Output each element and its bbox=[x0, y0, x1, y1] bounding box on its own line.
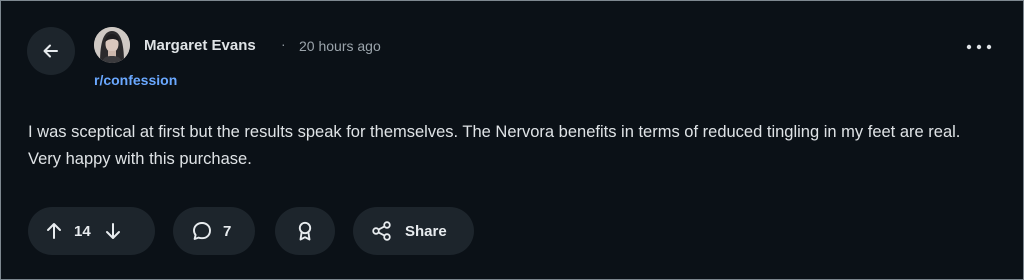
vote-group: 14 bbox=[28, 207, 155, 255]
post-body: I was sceptical at first but the results… bbox=[28, 123, 961, 168]
share-label: Share bbox=[405, 222, 447, 240]
award-button[interactable] bbox=[275, 207, 335, 255]
share-nodes-icon bbox=[372, 221, 391, 241]
upvote-button[interactable] bbox=[44, 221, 64, 241]
arrow-down-icon bbox=[105, 223, 120, 239]
share-button[interactable]: Share bbox=[353, 207, 474, 255]
speech-bubble-icon bbox=[193, 222, 211, 240]
meta-separator: · bbox=[281, 36, 286, 52]
subreddit-link[interactable]: r/confession bbox=[94, 72, 177, 88]
post-timestamp: 20 hours ago bbox=[299, 38, 381, 54]
comments-button[interactable]: 7 bbox=[173, 207, 255, 255]
award-ribbon-icon bbox=[298, 221, 312, 241]
avatar[interactable] bbox=[94, 27, 130, 63]
arrow-left-icon bbox=[43, 44, 58, 58]
vote-count: 14 bbox=[74, 222, 91, 240]
user-avatar-image bbox=[94, 27, 130, 63]
author-name[interactable]: Margaret Evans bbox=[144, 37, 256, 54]
more-horizontal-icon bbox=[966, 44, 992, 50]
back-button[interactable] bbox=[27, 27, 75, 75]
arrow-up-icon bbox=[47, 223, 61, 239]
more-options-button[interactable] bbox=[959, 31, 999, 63]
downvote-button[interactable] bbox=[103, 221, 123, 241]
post-card: Margaret Evans · 20 hours ago r/confessi… bbox=[0, 0, 1024, 280]
comment-count: 7 bbox=[223, 222, 232, 240]
